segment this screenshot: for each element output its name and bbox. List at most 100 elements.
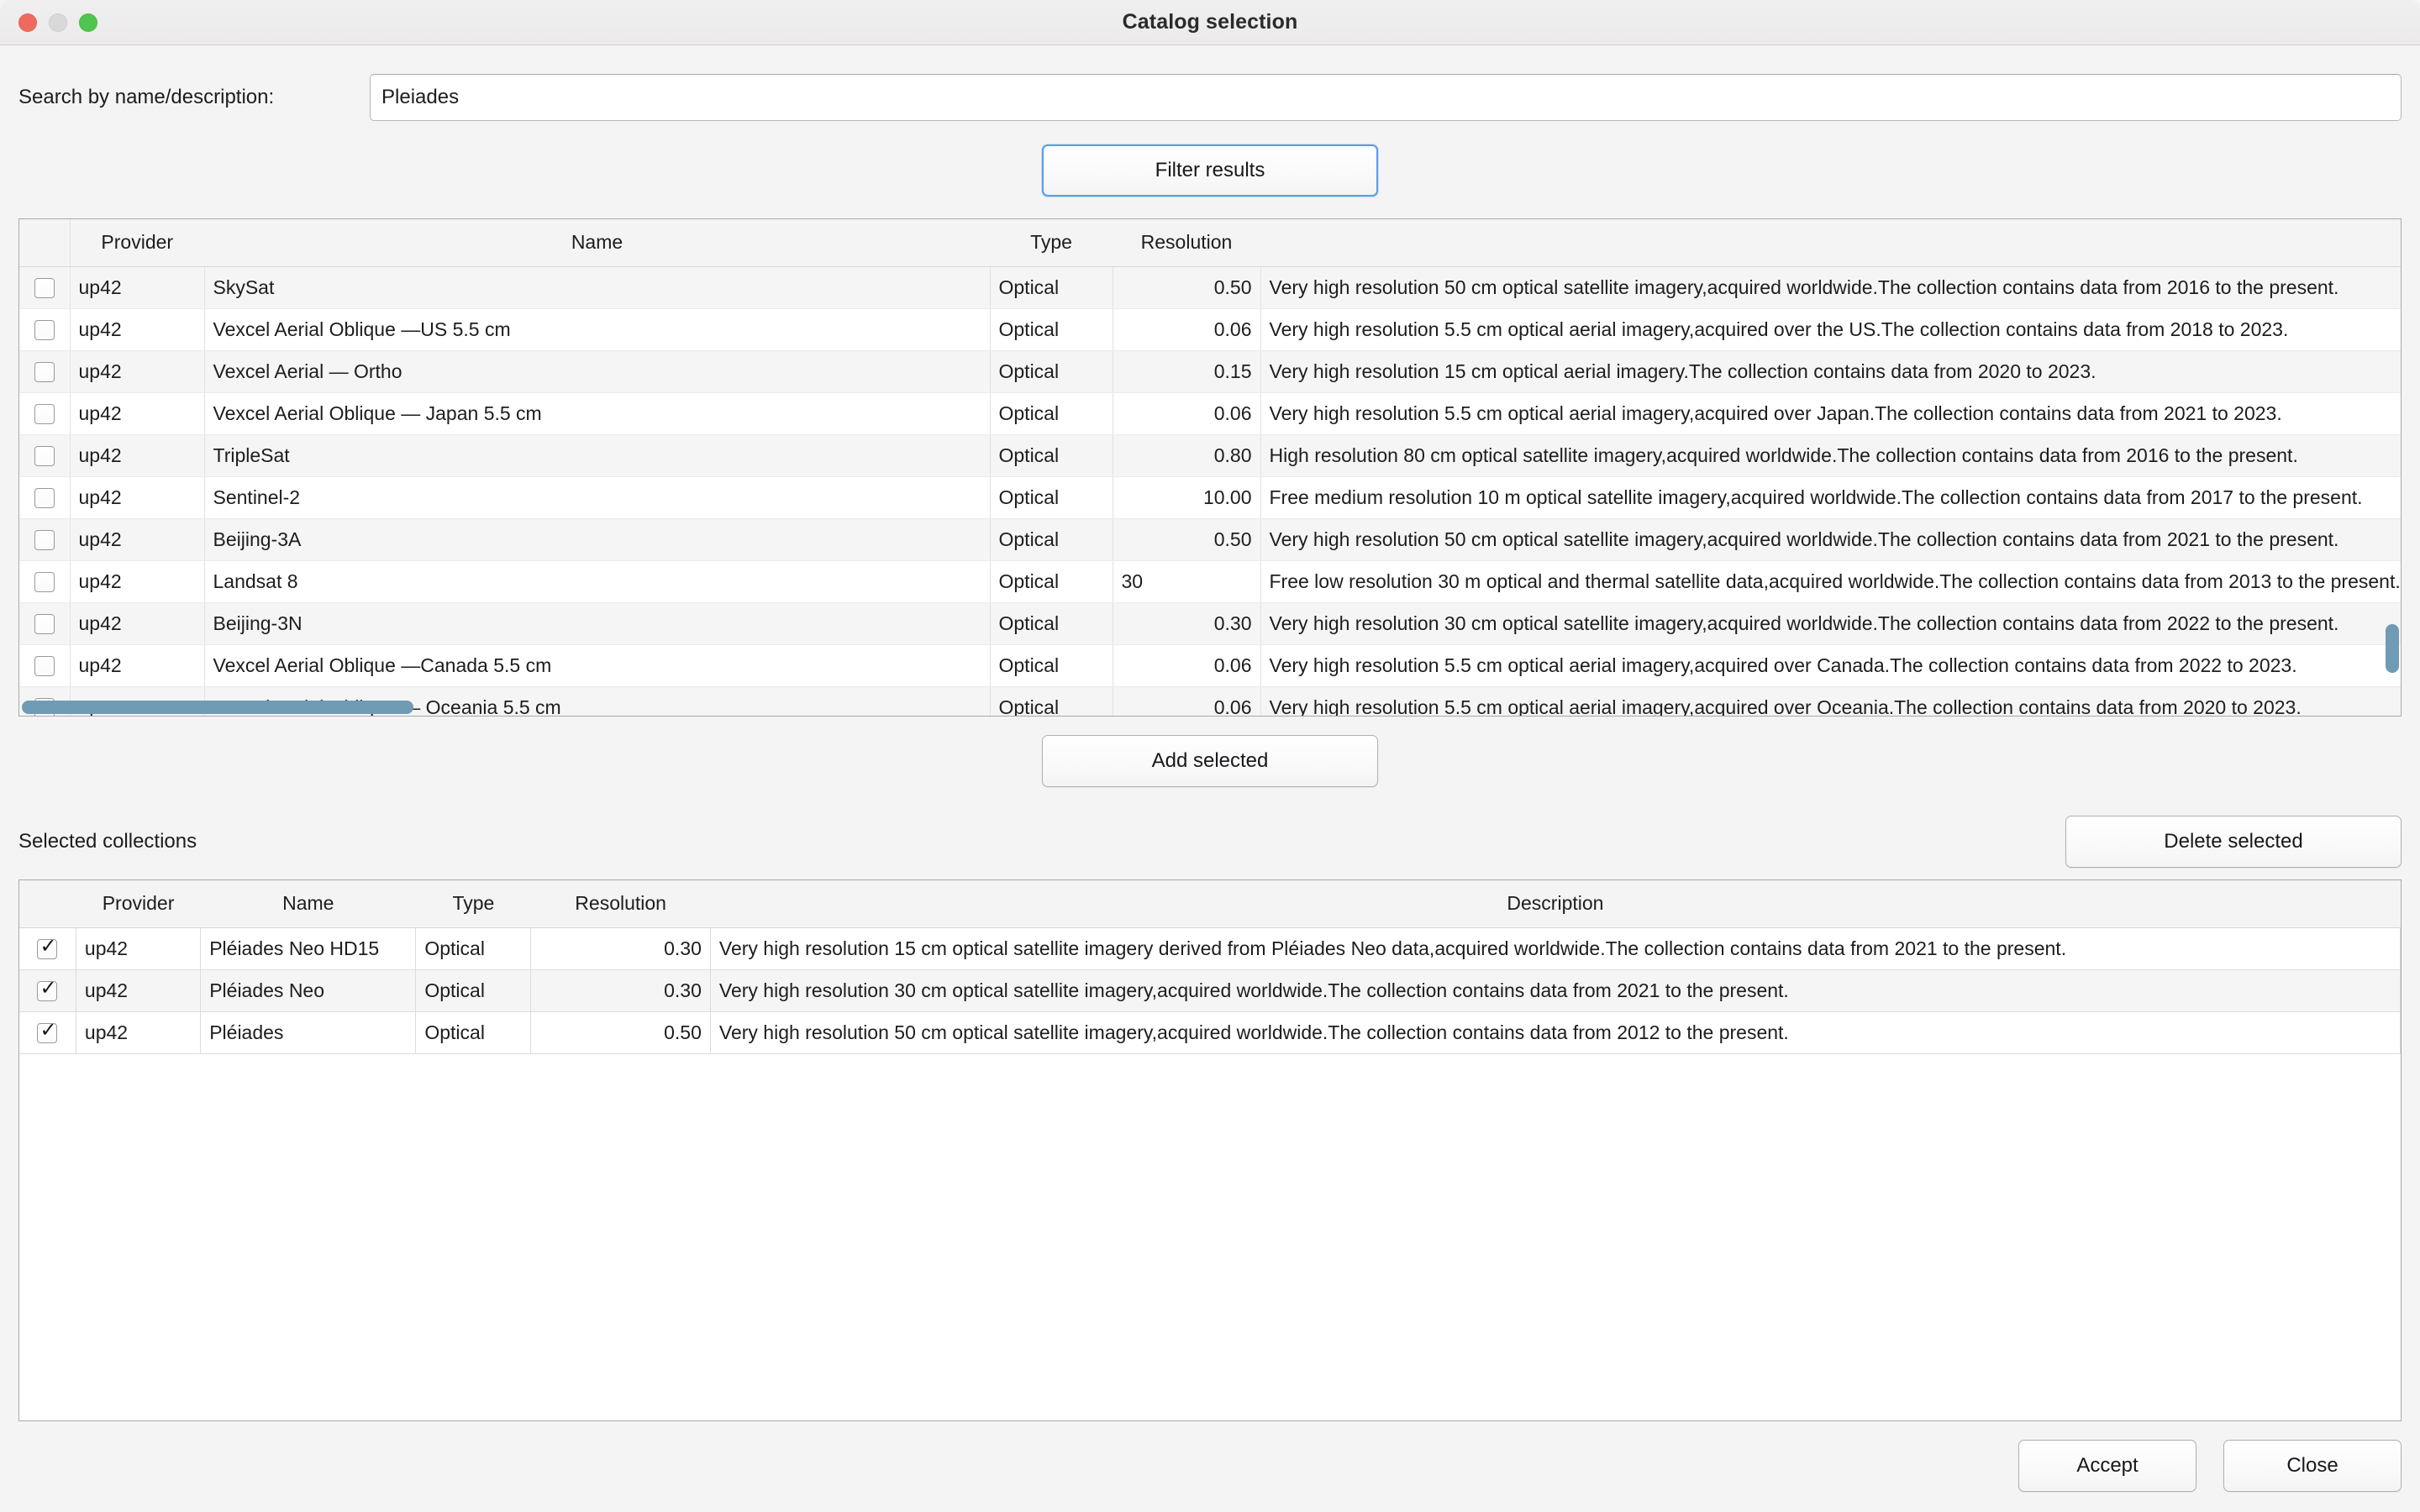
row-name: Beijing-3N (204, 602, 991, 645)
row-provider: up42 (70, 644, 205, 687)
row-name: Beijing-3A (204, 518, 991, 561)
row-description: Very high resolution 15 cm optical aeria… (1260, 350, 2401, 393)
close-window-icon[interactable] (18, 13, 37, 32)
results-header-provider[interactable]: Provider (70, 219, 204, 267)
accept-button[interactable]: Accept (2018, 1440, 2196, 1492)
table-row[interactable]: up42 Vexcel Aerial Oblique — Japan 5.5 cm… (19, 392, 2401, 435)
row-type: Optical (990, 266, 1113, 309)
row-checkbox-cell[interactable] (19, 644, 71, 687)
selected-header-row: Provider Name Type Resolution Descriptio… (19, 880, 2401, 928)
checkbox-icon[interactable] (34, 362, 55, 383)
table-row[interactable]: up42 SkySat Optical 0.50 Very high resolutio… (19, 266, 2401, 309)
results-table-panel: Provider Name Type Resolution up42 SkySat… (18, 218, 2402, 717)
add-selected-button[interactable]: Add selected (1042, 735, 1378, 787)
dialog-content: Search by name/description: Filter resul… (0, 45, 2420, 1512)
row-description: Very high resolution 5.5 cm optical aeri… (1260, 308, 2401, 351)
row-name: Vexcel Aerial — Ortho (204, 350, 991, 393)
row-name: Vexcel Aerial Oblique —Canada 5.5 cm (204, 644, 991, 687)
row-checkbox-cell[interactable] (19, 434, 71, 477)
table-row[interactable]: up42Pléiades NeoOptical0.30Very high res… (19, 969, 2401, 1012)
row-checkbox-cell[interactable] (19, 927, 76, 970)
results-table: Provider Name Type Resolution up42 SkySat… (19, 219, 2401, 716)
row-provider: up42 (70, 434, 205, 477)
row-checkbox-cell[interactable] (19, 518, 71, 561)
table-row[interactable]: up42 TripleSat Optical 0.80 High resolution … (19, 434, 2401, 477)
checkbox-icon[interactable] (34, 614, 55, 635)
row-checkbox-cell[interactable] (19, 308, 71, 351)
maximize-window-icon[interactable] (79, 13, 97, 32)
row-checkbox-cell[interactable] (19, 476, 71, 519)
row-provider: up42 (70, 308, 205, 351)
row-type: Optical (990, 518, 1113, 561)
results-header-resolution[interactable]: Resolution (1113, 219, 1260, 267)
delete-selected-button[interactable]: Delete selected (2065, 816, 2402, 868)
row-checkbox-cell[interactable] (19, 392, 71, 435)
checkbox-icon[interactable] (37, 977, 58, 1002)
checkbox-icon[interactable] (34, 656, 55, 677)
table-row[interactable]: up42 Vexcel Aerial Oblique —US 5.5 cm Opti… (19, 308, 2401, 351)
table-row[interactable]: up42 Vexcel Aerial Oblique —Canada 5.5 cm… (19, 644, 2401, 687)
table-row[interactable]: up42Pléiades Neo HD15Optical0.30Very hig… (19, 927, 2401, 970)
selected-header-description[interactable]: Description (710, 880, 2401, 928)
row-description: Free medium resolution 10 m optical sate… (1260, 476, 2401, 519)
row-resolution: 10.00 (1113, 476, 1261, 519)
row-resolution: 0.80 (1113, 434, 1261, 477)
checkbox-icon[interactable] (34, 446, 55, 467)
results-header-description[interactable] (1260, 219, 2401, 267)
selected-table: Provider Name Type Resolution Descriptio… (19, 880, 2401, 1054)
search-row: Search by name/description: (18, 72, 2402, 123)
minimize-window-icon[interactable] (49, 13, 67, 32)
row-description: Very high resolution 15 cm optical satel… (710, 927, 2401, 970)
row-type: Optical (990, 434, 1113, 477)
row-name: Vexcel Aerial Oblique —US 5.5 cm (204, 308, 991, 351)
catalog-selection-window: Catalog selection Search by name/descrip… (0, 0, 2420, 1512)
row-checkbox-cell[interactable] (19, 350, 71, 393)
selected-header-resolution[interactable]: Resolution (530, 880, 711, 928)
checkbox-icon[interactable] (34, 572, 55, 593)
row-description: Very high resolution 50 cm optical satel… (710, 1011, 2401, 1054)
row-resolution: 0.50 (1113, 266, 1261, 309)
row-resolution: 0.30 (530, 927, 711, 970)
row-checkbox-cell[interactable] (19, 560, 71, 603)
results-vertical-scrollbar-thumb[interactable] (2386, 624, 2399, 673)
table-row[interactable]: up42 Vexcel Aerial — Ortho Optical 0.15 Very… (19, 350, 2401, 393)
filter-results-button[interactable]: Filter results (1042, 144, 1378, 197)
selected-header-type[interactable]: Type (415, 880, 531, 928)
selected-table-panel: Provider Name Type Resolution Descriptio… (18, 879, 2402, 1421)
checkbox-icon[interactable] (34, 404, 55, 425)
row-checkbox-cell[interactable] (19, 1011, 76, 1054)
table-row[interactable]: up42 Sentinel-2 Optical 10.00 Free medium re… (19, 476, 2401, 519)
row-provider: up42 (70, 266, 205, 309)
checkbox-icon[interactable] (34, 530, 55, 551)
row-checkbox-cell[interactable] (19, 602, 71, 645)
checkbox-icon[interactable] (34, 278, 55, 299)
row-provider: up42 (76, 927, 202, 970)
row-resolution: 0.50 (1113, 518, 1261, 561)
results-header-type[interactable]: Type (990, 219, 1113, 267)
results-horizontal-scrollbar-thumb[interactable] (22, 701, 413, 714)
row-resolution: 0.30 (1113, 602, 1261, 645)
selected-header-name[interactable]: Name (200, 880, 416, 928)
row-description: Very high resolution 50 cm optical satel… (1260, 518, 2401, 561)
table-row[interactable]: up42 Landsat 8 Optical 30 Free low resolutio… (19, 560, 2401, 603)
checkbox-icon[interactable] (34, 320, 55, 341)
table-row[interactable]: up42 Beijing-3N Optical 0.30 Very high resol… (19, 602, 2401, 645)
search-input[interactable] (370, 74, 2402, 121)
row-type: Optical (415, 969, 532, 1012)
row-checkbox-cell[interactable] (19, 266, 71, 309)
table-row[interactable]: up42PléiadesOptical0.50Very high resolut… (19, 1011, 2401, 1054)
checkbox-icon[interactable] (37, 1019, 58, 1044)
row-resolution: 0.30 (530, 969, 711, 1012)
checkbox-icon[interactable] (34, 488, 55, 509)
results-header-name[interactable]: Name (204, 219, 990, 267)
checkbox-icon[interactable] (37, 935, 58, 960)
close-button[interactable]: Close (2223, 1440, 2402, 1492)
table-row[interactable]: up42 Beijing-3A Optical 0.50 Very high resol… (19, 518, 2401, 561)
selected-header-provider[interactable]: Provider (76, 880, 201, 928)
row-checkbox-cell[interactable] (19, 969, 76, 1012)
row-type: Optical (990, 476, 1113, 519)
row-description: Very high resolution 5.5 cm optical aeri… (1260, 392, 2401, 435)
selected-table-header: Provider Name Type Resolution Descriptio… (19, 880, 2401, 928)
row-resolution: 30 (1113, 560, 1261, 603)
row-type: Optical (415, 927, 532, 970)
